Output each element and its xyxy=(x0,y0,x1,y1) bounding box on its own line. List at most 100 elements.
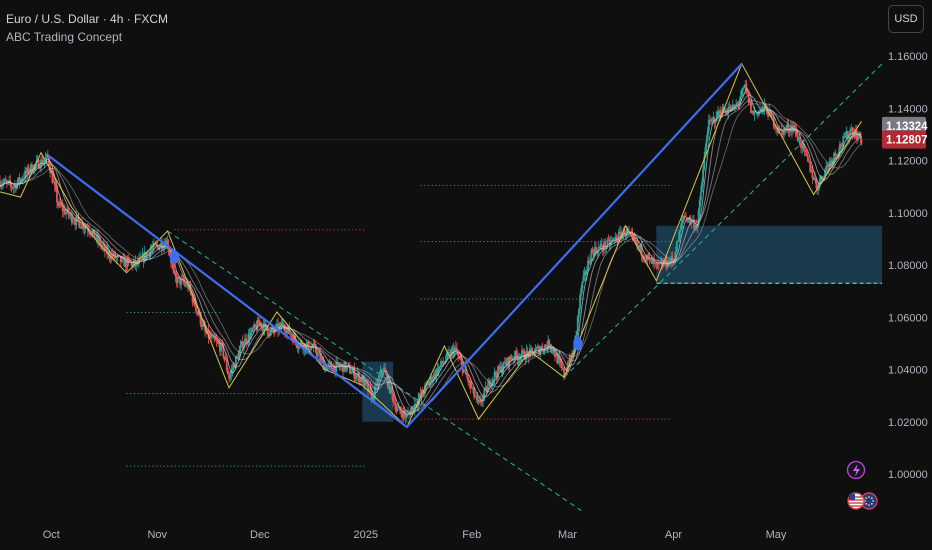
candle-body xyxy=(576,316,579,331)
candle-body xyxy=(687,220,690,222)
currency-button[interactable]: USD xyxy=(888,5,924,33)
candle-body xyxy=(809,161,812,172)
candle-body xyxy=(591,249,594,252)
candle-body xyxy=(10,184,13,188)
candle-body xyxy=(101,245,104,247)
demand-zone-box xyxy=(656,225,882,284)
y-tick-label: 1.04000 xyxy=(888,365,928,377)
eu-star xyxy=(865,497,868,500)
candle-body xyxy=(286,329,289,334)
candle-body xyxy=(773,126,776,128)
us-canton xyxy=(849,494,855,500)
candle-body xyxy=(666,266,669,268)
candle-body xyxy=(494,371,497,375)
y-tick-label: 1.16000 xyxy=(888,51,928,63)
candle-body xyxy=(395,409,398,411)
candle-body xyxy=(350,373,352,375)
candle-body xyxy=(589,261,592,264)
candle-body xyxy=(290,335,293,338)
candle-body xyxy=(396,407,399,411)
y-tick-label: 1.10000 xyxy=(888,208,928,220)
candle-body xyxy=(675,241,678,252)
eu-star xyxy=(870,497,873,500)
candle-body xyxy=(239,345,242,351)
candle-body xyxy=(701,182,703,193)
candle-body xyxy=(231,369,234,371)
candle-body xyxy=(254,324,257,327)
candle-body xyxy=(223,356,226,359)
candle-body xyxy=(804,150,807,152)
x-tick-label: Apr xyxy=(665,529,682,541)
candle-body xyxy=(526,350,529,353)
x-tick-label: Nov xyxy=(147,529,167,541)
candle-body xyxy=(579,295,581,310)
candle-body xyxy=(196,311,199,313)
candle-body xyxy=(115,257,118,259)
candle-body xyxy=(595,247,597,252)
candle-body xyxy=(195,306,197,312)
candle-body xyxy=(743,87,746,89)
candle-body xyxy=(392,393,395,402)
indicator-name[interactable]: ABC Trading Concept xyxy=(6,28,168,46)
candle-body xyxy=(264,323,267,325)
y-tick-label: 1.02000 xyxy=(888,417,928,429)
x-tick-label: Oct xyxy=(43,529,60,541)
candle-body xyxy=(150,248,153,250)
y-tick-label: 1.12000 xyxy=(888,156,928,168)
candle-body xyxy=(459,357,462,360)
candle-body xyxy=(807,156,809,162)
x-tick-label: 2025 xyxy=(354,529,378,541)
candle-body xyxy=(483,389,486,396)
candle-body xyxy=(481,401,483,403)
candle-body xyxy=(582,275,585,282)
current-price-label: 1.12807 xyxy=(886,135,928,147)
candle-body xyxy=(53,182,56,186)
candle-body xyxy=(381,369,384,372)
candle-body xyxy=(174,273,177,277)
candle-body xyxy=(841,145,844,147)
candle-body xyxy=(476,396,479,401)
candle-body xyxy=(678,231,681,242)
candle-body xyxy=(811,170,814,178)
candle-body xyxy=(531,348,534,352)
candle-body xyxy=(176,276,179,283)
candle-body xyxy=(742,87,744,90)
candle-body xyxy=(681,219,684,223)
candle-body xyxy=(719,110,722,116)
x-tick-label: Dec xyxy=(250,529,270,541)
candle-body xyxy=(4,179,7,182)
y-tick-label: 1.08000 xyxy=(888,260,928,272)
candle-body xyxy=(740,89,743,97)
candle-body xyxy=(12,187,15,189)
price-chart[interactable]: 1.00000 1.02000 1.04000 1.06000 1.08000 1.100… xyxy=(0,0,932,550)
signal-marker xyxy=(573,336,583,351)
candle-body xyxy=(683,215,686,218)
candle-body xyxy=(698,200,701,211)
candle-body xyxy=(466,374,469,379)
candle-body xyxy=(515,351,518,356)
candle-body xyxy=(492,378,495,380)
candle-body xyxy=(580,288,583,296)
candle-body xyxy=(544,345,547,347)
candle-body xyxy=(699,192,702,201)
y-tick-label: 1.14000 xyxy=(888,103,928,115)
eu-star xyxy=(865,502,868,505)
candle-body xyxy=(266,329,269,335)
candle-body xyxy=(711,118,714,121)
candle-body xyxy=(438,366,441,368)
candle-body xyxy=(575,330,578,336)
candle-body xyxy=(535,347,538,349)
candle-body xyxy=(702,169,704,183)
candle-body xyxy=(647,254,650,258)
y-tick-label: 1.06000 xyxy=(888,312,928,324)
candle-body xyxy=(225,360,228,370)
candle-body xyxy=(355,375,358,378)
candle-body xyxy=(705,139,708,148)
candle-body xyxy=(834,152,837,155)
candle-body xyxy=(224,358,227,361)
eu-star xyxy=(872,500,874,502)
candle-body xyxy=(56,189,58,203)
symbol-title[interactable]: Euro / U.S. Dollar · 4h · FXCM xyxy=(6,10,168,28)
candle-body xyxy=(707,120,710,131)
candle-body xyxy=(598,247,601,249)
